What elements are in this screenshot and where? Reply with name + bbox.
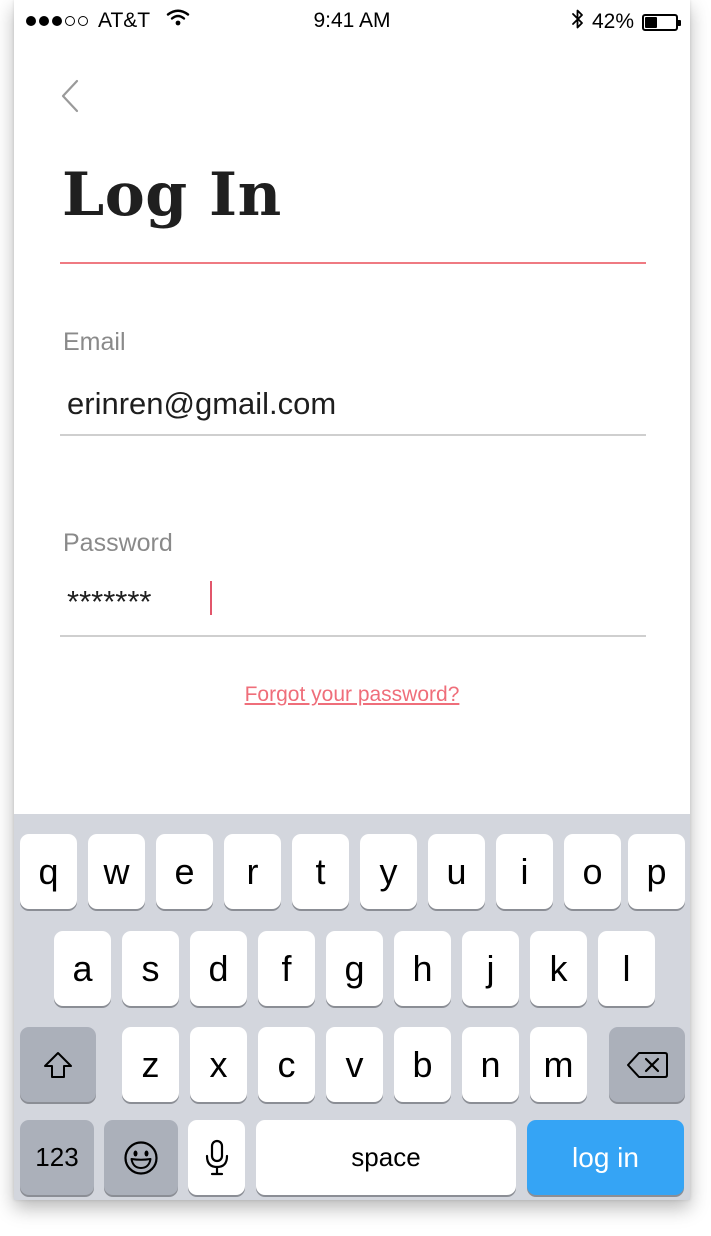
battery-icon [642, 13, 681, 31]
microphone-key[interactable] [188, 1120, 245, 1195]
emoji-key[interactable] [104, 1120, 178, 1195]
key-b[interactable]: b [394, 1027, 451, 1102]
key-o[interactable]: o [564, 834, 621, 909]
forgot-password-link[interactable]: Forgot your password? [14, 683, 690, 707]
numbers-key[interactable]: 123 [20, 1120, 94, 1195]
status-bar: AT&T 9:41 AM 42% [14, 0, 690, 42]
key-z[interactable]: z [122, 1027, 179, 1102]
space-key[interactable]: space [256, 1120, 516, 1195]
key-d[interactable]: d [190, 931, 247, 1006]
email-label: Email [63, 328, 126, 356]
key-n[interactable]: n [462, 1027, 519, 1102]
status-bar-right: 42% [571, 8, 681, 36]
key-t[interactable]: t [292, 834, 349, 909]
key-l[interactable]: l [598, 931, 655, 1006]
email-field[interactable]: erinren@gmail.com [67, 386, 336, 422]
text-cursor [210, 581, 212, 615]
phone-screen: AT&T 9:41 AM 42% Log In Email erinren@gm… [14, 0, 690, 1200]
delete-key[interactable] [609, 1027, 685, 1102]
key-i[interactable]: i [496, 834, 553, 909]
microphone-icon [205, 1139, 228, 1175]
key-h[interactable]: h [394, 931, 451, 1006]
shift-icon [44, 1051, 72, 1078]
page-title: Log In [62, 160, 282, 230]
log-in-key[interactable]: log in [527, 1120, 684, 1195]
password-field[interactable]: ******* [67, 584, 151, 620]
key-r[interactable]: r [224, 834, 281, 909]
email-underline [60, 434, 646, 436]
password-underline [60, 635, 646, 637]
key-x[interactable]: x [190, 1027, 247, 1102]
battery-percentage: 42% [591, 10, 634, 33]
key-j[interactable]: j [462, 931, 519, 1006]
shift-key[interactable] [20, 1027, 96, 1102]
key-y[interactable]: y [360, 834, 417, 909]
battery-level [645, 16, 657, 28]
key-p[interactable]: p [628, 834, 685, 909]
title-underline [60, 262, 646, 264]
chevron-left-icon[interactable] [54, 76, 84, 116]
key-s[interactable]: s [122, 931, 179, 1006]
keyboard: q w e r t y u i o p a s d f g h j k l z … [14, 814, 690, 1200]
key-e[interactable]: e [156, 834, 213, 909]
key-g[interactable]: g [326, 931, 383, 1006]
key-f[interactable]: f [258, 931, 315, 1006]
key-k[interactable]: k [530, 931, 587, 1006]
key-a[interactable]: a [54, 931, 111, 1006]
delete-icon [627, 1051, 668, 1078]
password-label: Password [63, 529, 173, 557]
bluetooth-icon [571, 8, 584, 36]
key-q[interactable]: q [20, 834, 77, 909]
key-w[interactable]: w [88, 834, 145, 909]
key-u[interactable]: u [428, 834, 485, 909]
key-m[interactable]: m [530, 1027, 587, 1102]
emoji-icon [124, 1140, 158, 1175]
key-v[interactable]: v [326, 1027, 383, 1102]
key-c[interactable]: c [258, 1027, 315, 1102]
